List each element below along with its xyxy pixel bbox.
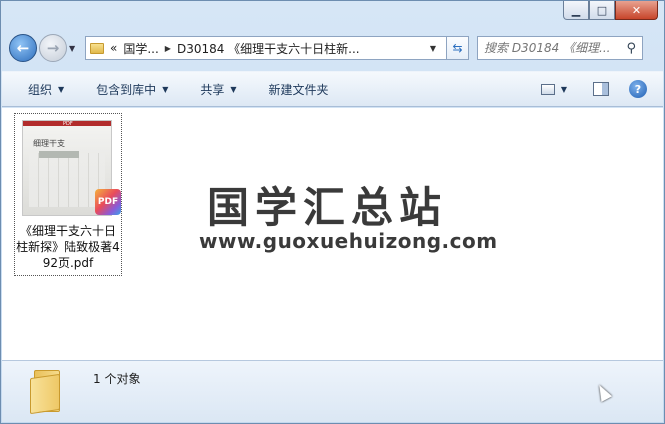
file-name[interactable]: 《细理干支六十日柱新探》陆致极著492页.pdf bbox=[15, 223, 121, 271]
back-arrow-icon: ← bbox=[16, 39, 30, 57]
navigation-bar: ← → ▼ « 国学... ▶ D30184 《细理干支六十日柱新... ▼ ⇆… bbox=[9, 33, 656, 63]
search-input[interactable] bbox=[484, 41, 627, 55]
watermark-title: 国学汇总站 bbox=[207, 183, 448, 232]
view-icon[interactable] bbox=[540, 83, 555, 95]
new-folder-button[interactable]: 新建文件夹 bbox=[269, 81, 329, 98]
include-library-menu[interactable]: 包含到库中 ▼ bbox=[96, 81, 168, 98]
organize-label: 组织 bbox=[28, 82, 53, 97]
thumbnail-pattern bbox=[29, 153, 105, 207]
pdf-icon: PDF bbox=[95, 189, 121, 215]
cursor-icon bbox=[593, 382, 613, 402]
thumbnail-title: 细理干支 bbox=[33, 139, 65, 148]
share-menu[interactable]: 共享 ▼ bbox=[200, 81, 236, 98]
thumbnail-header: PDF bbox=[63, 121, 73, 127]
command-bar: 组织 ▼ 包含到库中 ▼ 共享 ▼ 新建文件夹 ▼ ? bbox=[2, 71, 663, 107]
file-list-area[interactable]: PDF 细理干支 PDF 《细理干支六十日柱新探》陆致极著492页.pdf 国学… bbox=[2, 108, 663, 360]
address-prefix[interactable]: « bbox=[110, 41, 117, 55]
forward-button[interactable]: → bbox=[39, 34, 67, 62]
address-bar[interactable]: « 国学... ▶ D30184 《细理干支六十日柱新... ▼ bbox=[85, 36, 447, 60]
forward-arrow-icon: → bbox=[46, 39, 60, 57]
close-button[interactable]: ✕ bbox=[615, 1, 658, 20]
new-folder-label: 新建文件夹 bbox=[268, 82, 329, 97]
include-library-label: 包含到库中 bbox=[96, 82, 157, 97]
folder-icon bbox=[30, 370, 64, 415]
thumbnail-subtitle-box bbox=[39, 151, 79, 158]
organize-menu[interactable]: 组织 ▼ bbox=[28, 81, 64, 98]
breadcrumb-root[interactable]: 国学... bbox=[123, 40, 158, 57]
preview-pane-icon[interactable] bbox=[593, 82, 609, 96]
folder-icon bbox=[90, 42, 104, 54]
refresh-icon: ⇆ bbox=[452, 41, 463, 55]
breadcrumb-current[interactable]: D30184 《细理干支六十日柱新... bbox=[177, 40, 424, 57]
view-dropdown-button[interactable]: ▼ bbox=[561, 85, 567, 94]
minimize-button[interactable]: ▁ bbox=[563, 1, 589, 20]
search-icon[interactable]: ⚲ bbox=[626, 41, 636, 56]
search-box[interactable]: ⚲ bbox=[477, 36, 643, 60]
address-dropdown-button[interactable]: ▼ bbox=[430, 44, 436, 53]
chevron-down-icon: ▼ bbox=[162, 84, 169, 94]
share-label: 共享 bbox=[200, 82, 225, 97]
refresh-button[interactable]: ⇆ bbox=[447, 36, 469, 60]
object-count: 1 个对象 bbox=[93, 372, 141, 386]
chevron-down-icon: ▼ bbox=[230, 84, 237, 94]
maximize-button[interactable]: □ bbox=[589, 1, 615, 20]
recent-pages-button[interactable]: ▼ bbox=[69, 44, 79, 53]
breadcrumb-separator[interactable]: ▶ bbox=[165, 44, 171, 53]
details-pane: 1 个对象 bbox=[2, 360, 663, 422]
view-controls: ▼ ? bbox=[540, 80, 647, 98]
watermark-url: www.guoxuehuizong.com bbox=[199, 229, 498, 253]
explorer-window: ▁ □ ✕ ← → ▼ « 国学... ▶ D30184 《细理干支六十日柱新.… bbox=[0, 0, 665, 424]
help-icon[interactable]: ? bbox=[629, 80, 647, 98]
back-button[interactable]: ← bbox=[9, 34, 37, 62]
caption-buttons: ▁ □ ✕ bbox=[563, 1, 658, 20]
chevron-down-icon: ▼ bbox=[58, 84, 65, 94]
folder-front bbox=[30, 373, 60, 415]
file-item[interactable]: PDF 细理干支 PDF 《细理干支六十日柱新探》陆致极著492页.pdf bbox=[14, 113, 122, 276]
